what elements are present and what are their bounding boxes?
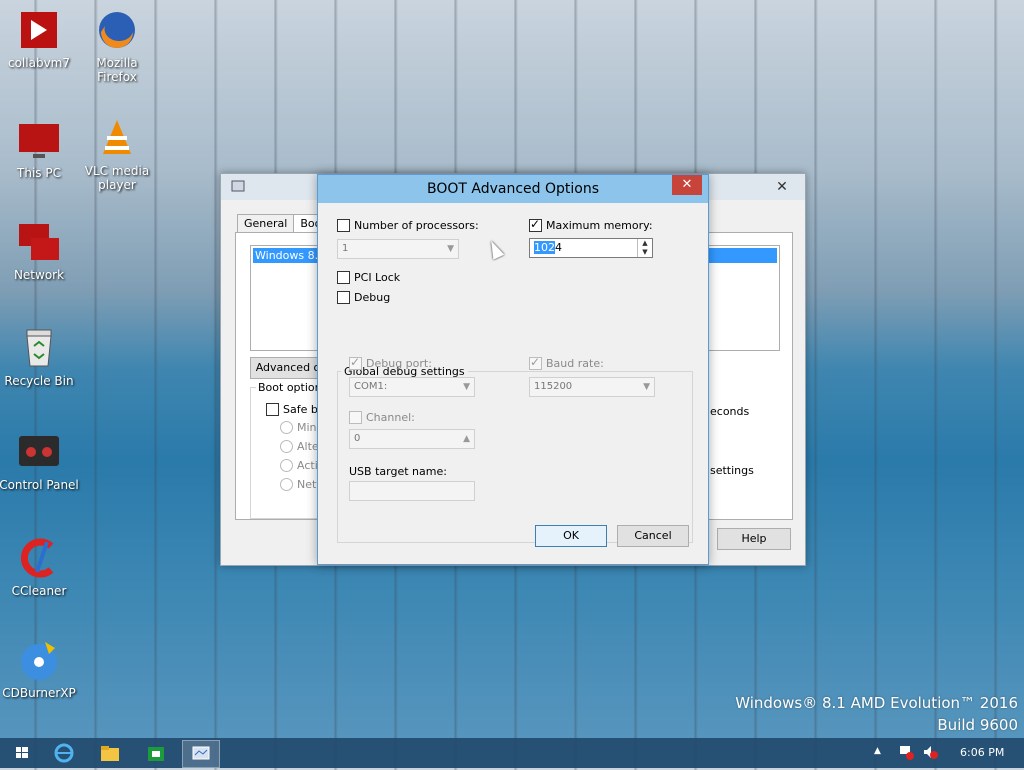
desktop-icon-label: Mozilla Firefox [96,56,138,84]
safe-boot-checkbox[interactable]: Safe bo [266,403,325,416]
msconfig-taskbar-button[interactable] [182,740,220,768]
clock[interactable]: 6:06 PM [960,746,1004,759]
file-explorer-icon[interactable] [92,740,128,766]
dialog-title: BOOT Advanced Options [426,181,600,197]
desktop-icon-network[interactable]: Network [0,220,81,282]
advanced-options-button[interactable]: Advanced o [250,357,326,379]
desktop-icon-collabvm7[interactable]: collabvm7 [0,8,81,70]
number-of-processors-select[interactable]: 1 ▼ [337,239,459,259]
desktop-icon-label: Network [13,268,65,282]
tab-general[interactable]: General [237,214,295,232]
desktop-icon-label: CCleaner [11,584,67,598]
cancel-button[interactable]: Cancel [617,525,689,547]
chevron-down-icon: ▼ [463,382,470,392]
show-hidden-icons-icon[interactable]: ▲ [874,746,881,756]
close-icon[interactable]: ✕ [672,175,702,195]
taskbar: ▲ 6:06 PM [0,738,1024,768]
chevron-down-icon: ▼ [643,382,650,392]
maximum-memory-checkbox[interactable]: Maximum memory: [529,217,653,232]
spin-up-icon[interactable]: ▲ [638,239,652,248]
debug-port-checkbox[interactable]: Debug port: [349,355,432,370]
desktop-icon-label: collabvm7 [7,56,70,70]
control-panel-icon [17,430,61,474]
desktop-icon-ccleaner[interactable]: CCleaner [0,536,81,598]
debug-port-select[interactable]: COM1: ▼ [349,377,475,397]
help-button[interactable]: Help [717,528,791,550]
maximum-memory-input[interactable]: 1024 ▲ ▼ [529,238,653,258]
chevron-down-icon: ▼ [447,244,454,254]
desktop-icon-label: Control Panel [0,478,79,492]
usb-target-name-label: USB target name: [349,465,447,478]
pci-lock-checkbox[interactable]: PCI Lock [337,271,400,284]
desktop-icon-firefox[interactable]: Mozilla Firefox [75,8,159,84]
cdburnerxp-icon [17,638,61,682]
dialog-titlebar[interactable]: BOOT Advanced Options ✕ [318,175,708,203]
vlc-icon [95,116,139,160]
boot-settings-label: settings [710,464,754,477]
debug-checkbox[interactable]: Debug [337,291,390,304]
desktop-icon-label: Recycle Bin [4,374,74,388]
desktop-icon-vlc[interactable]: VLC media player [75,116,159,192]
recycle-bin-icon [17,326,61,370]
store-icon[interactable] [138,740,174,766]
number-of-processors-checkbox[interactable]: Number of processors: [337,219,479,232]
baud-rate-checkbox[interactable]: Baud rate: [529,355,604,370]
network-status-icon[interactable] [898,744,914,763]
radio-minimal[interactable]: Mini [280,421,320,434]
watermark-line-2: Build 9600 [937,716,1018,734]
desktop-icon-recycle-bin[interactable]: Recycle Bin [0,326,81,388]
watermark-line-1: Windows® 8.1 AMD Evolution™ 2016 [735,694,1018,712]
msconfig-icon [231,180,245,192]
desktop-icon-label: VLC media player [84,164,150,192]
desktop-icon-label: This PC [17,166,61,180]
spin-arrows-icon: ▲ [463,434,470,444]
start-icon[interactable] [4,740,40,766]
desktop-icon-control-panel[interactable]: Control Panel [0,430,81,492]
channel-checkbox[interactable]: Channel: [349,411,415,424]
spin-down-icon[interactable]: ▼ [638,248,652,257]
boot-advanced-options-dialog: BOOT Advanced Options ✕ Number of proces… [317,174,709,565]
network-icon [17,220,61,264]
dialog-body: Number of processors: 1▼ Maximum memory:… [319,203,707,563]
desktop-icon-this-pc[interactable]: This PC [0,118,81,180]
this-pc-icon [17,118,61,162]
desktop-icon-label: CDBurnerXP [2,686,76,700]
msconfig-icon [192,746,210,760]
baud-rate-select[interactable]: 115200 ▼ [529,377,655,397]
desktop-icon-cdburnerxp[interactable]: CDBurnerXP [0,638,81,700]
ccleaner-icon [17,536,61,580]
channel-stepper[interactable]: 0 ▲ [349,429,475,449]
windows-build-watermark: Windows® 8.1 AMD Evolution™ 2016 Build 9… [735,692,1018,736]
ie-icon[interactable] [46,740,82,766]
usb-target-name-field[interactable] [349,481,475,501]
ok-button[interactable]: OK [535,525,607,547]
timeout-seconds-label: econds [710,405,750,418]
collabvm-icon [17,8,61,52]
close-icon[interactable]: ✕ [767,178,797,196]
firefox-icon [95,8,139,52]
volume-muted-icon[interactable] [922,744,938,763]
